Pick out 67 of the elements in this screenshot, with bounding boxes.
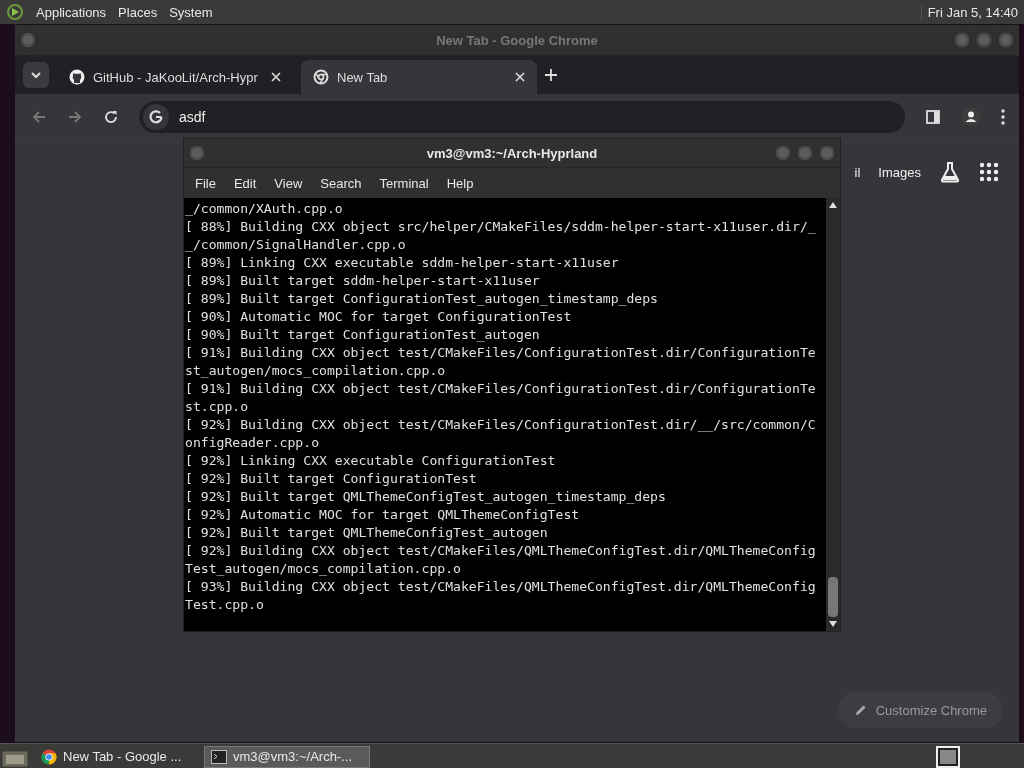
browser-tab[interactable]: New Tab	[301, 60, 537, 94]
back-arrow-icon[interactable]	[31, 109, 47, 125]
clock[interactable]: Fri Jan 5, 14:40	[920, 4, 1018, 20]
reload-icon[interactable]	[103, 109, 119, 125]
plus-icon[interactable]	[545, 69, 557, 81]
scrollbar[interactable]	[826, 198, 840, 631]
terminal-line: Test.cpp.o	[185, 596, 265, 614]
customize-chrome-button[interactable]: Customize Chrome	[837, 692, 1003, 728]
menu-item[interactable]: Search	[311, 175, 371, 191]
window-title: vm3@vm3:~/Arch-Hyprland	[426, 145, 598, 161]
terminal-line: _/common/SignalHandler.cpp.o	[185, 236, 407, 254]
terminal-line: [ 90%] Built target ConfigurationTest_autogen	[185, 326, 541, 344]
menu-item[interactable]: Edit	[224, 175, 266, 191]
browser-tab[interactable]: GitHub - JaKooLit/Arch-Hypr	[57, 60, 293, 94]
terminal-line: [ 88%] Building CXX object src/helper/CMakeFiles/sddm-helper-start-x11user.dir/_	[185, 218, 817, 236]
terminal-line: [ 89%] Built target sddm-helper-start-x11user	[185, 272, 541, 290]
close-icon[interactable]	[271, 72, 281, 82]
terminal-line: [ 89%] Built target ConfigurationTest_autogen_timestamp_deps	[185, 290, 659, 308]
google-g-icon	[148, 109, 164, 125]
workspace-switcher-icon[interactable]	[936, 745, 960, 768]
chrome-logo-icon	[41, 748, 57, 765]
profile-icon[interactable]	[961, 107, 981, 127]
menu-item[interactable]: Help	[437, 175, 483, 191]
chrome-logo-icon	[313, 69, 329, 85]
address-bar[interactable]: asdf	[139, 101, 905, 133]
terminal-line: [ 92%] Building CXX object test/CMakeFiles/ConfigurationTest.dir/__/src/common/C	[185, 416, 817, 434]
github-logo-icon	[69, 69, 85, 85]
window-title: New Tab - Google Chrome	[436, 32, 598, 48]
scroll-up-icon[interactable]	[829, 202, 837, 208]
terminal-line: [ 92%] Built target QMLThemeConfigTest_autogen_timestamp_deps	[185, 488, 667, 506]
header-link[interactable]: il	[854, 164, 861, 180]
side-panel-icon[interactable]	[925, 109, 941, 125]
distro-logo-icon	[6, 3, 24, 21]
terminal-line: [ 89%] Linking CXX executable sddm-helper-start-x11user	[185, 254, 620, 272]
terminal-line: [ 93%] Building CXX object test/CMakeFiles/QMLThemeConfigTest.dir/QMLThemeConfig	[185, 578, 817, 596]
scroll-down-icon[interactable]	[829, 621, 837, 627]
more-menu-icon[interactable]	[1001, 109, 1005, 125]
apps-grid-icon[interactable]	[979, 162, 999, 182]
terminal-line: [ 92%] Built target ConfigurationTest	[185, 470, 478, 488]
terminal-line: [ 92%] Built target QMLThemeConfigTest_autogen	[185, 524, 549, 542]
close-icon[interactable]	[515, 72, 525, 82]
terminal-line: [ 91%] Building CXX object test/CMakeFiles/ConfigurationTest.dir/ConfigurationTe	[185, 380, 817, 398]
terminal-icon	[211, 749, 227, 764]
forward-arrow-icon[interactable]	[67, 109, 83, 125]
tab-search-button[interactable]	[23, 62, 49, 88]
terminal-line: _/common/XAuth.cpp.o	[185, 200, 344, 218]
flask-icon[interactable]	[939, 161, 961, 183]
header-link[interactable]: Images	[878, 164, 921, 180]
panel-menu[interactable]: Applications	[36, 4, 107, 20]
terminal-line: [ 90%] Automatic MOC for target ConfigurationTest	[185, 308, 573, 326]
menu-item[interactable]: File	[186, 175, 225, 191]
taskbar-button[interactable]: vm3@vm3:~/Arch-...	[204, 745, 370, 768]
menu-item[interactable]: Terminal	[370, 175, 438, 191]
terminal-line: [ 92%] Building CXX object test/CMakeFiles/QMLThemeConfigTest.dir/QMLThemeConfig	[185, 542, 817, 560]
pencil-icon	[853, 703, 868, 717]
panel-menu[interactable]: Places	[118, 4, 158, 20]
terminal-line: [ 91%] Building CXX object test/CMakeFiles/ConfigurationTest.dir/ConfigurationTe	[185, 344, 817, 362]
menu-item[interactable]: View	[265, 175, 312, 191]
terminal-line: Test_autogen/mocs_compilation.cpp.o	[185, 560, 462, 578]
terminal-line: onfigReader.cpp.o	[185, 434, 320, 452]
chevron-down-icon	[30, 69, 42, 81]
terminal-line: [ 92%] Linking CXX executable ConfigurationTest	[185, 452, 557, 470]
scrollbar-thumb[interactable]	[828, 577, 838, 617]
panel-menu[interactable]: System	[169, 4, 213, 20]
terminal-line: st_autogen/mocs_compilation.cpp.o	[185, 362, 447, 380]
terminal-line: [ 92%] Automatic MOC for target QMLThemeConfigTest	[185, 506, 581, 524]
terminal-line: st.cpp.o	[185, 398, 250, 416]
